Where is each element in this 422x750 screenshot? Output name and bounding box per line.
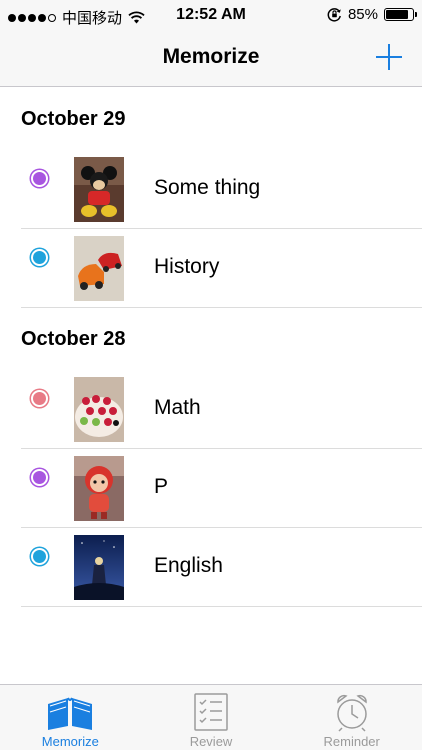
status-right: 85% [327, 6, 417, 23]
item-title: English [154, 554, 223, 577]
item-title: P [154, 475, 169, 498]
section-header: October 28 [21, 328, 126, 350]
tab-memorize[interactable]: Memorize [0, 685, 141, 750]
tab-label: Reminder [323, 734, 380, 749]
page-title: Memorize [162, 45, 260, 68]
item-title: Math [154, 396, 201, 419]
tab-label: Review [189, 734, 233, 749]
color-dot-icon [31, 469, 48, 486]
status-bar: 中国移动 12:52 AM 85% [0, 0, 422, 30]
item-title: History [154, 255, 220, 278]
add-button[interactable] [374, 42, 404, 72]
tab-reminder[interactable]: Reminder [281, 685, 422, 750]
color-dot-icon [31, 249, 48, 266]
plush-toy-photo [74, 157, 124, 222]
list-item[interactable]: Some thing [21, 150, 422, 229]
plush-doll-photo [74, 456, 124, 521]
item-title: Some thing [154, 176, 261, 199]
battery-icon [384, 8, 417, 21]
navigation-bar: Memorize [0, 30, 422, 87]
toy-cars-photo [74, 236, 124, 301]
tab-label: Memorize [41, 734, 99, 749]
open-book-icon [48, 697, 93, 730]
night-scene-photo [74, 535, 124, 600]
alarm-clock-icon [336, 694, 367, 732]
tab-bar: Memorize Review Reminder [0, 684, 422, 750]
color-dot-icon [31, 170, 48, 187]
cake-photo [74, 377, 124, 442]
memo-list: October 29 Some thing History October 28… [0, 88, 422, 607]
list-item[interactable]: History [21, 229, 422, 308]
color-dot-icon [31, 390, 48, 407]
checklist-icon [194, 693, 228, 731]
tab-review[interactable]: Review [141, 685, 282, 750]
section-header: October 29 [21, 108, 126, 130]
list-item[interactable]: Math [21, 370, 422, 449]
color-dot-icon [31, 548, 48, 565]
battery-percent: 85% [347, 6, 378, 23]
list-item[interactable]: P [21, 449, 422, 528]
rotation-lock-icon [327, 8, 341, 22]
list-item[interactable]: English [21, 528, 422, 607]
